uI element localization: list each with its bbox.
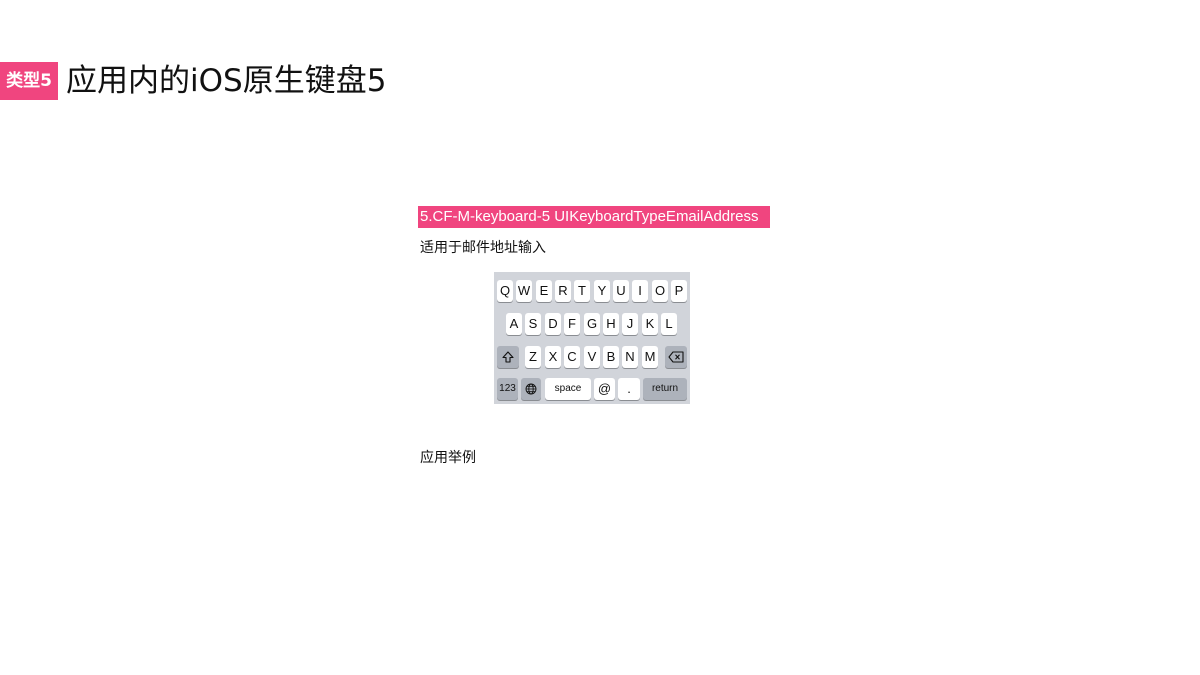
key-y[interactable]: Y (594, 280, 610, 302)
key-a[interactable]: A (506, 313, 522, 335)
return-key[interactable]: return (643, 378, 687, 400)
key-o[interactable]: O (652, 280, 668, 302)
key-g[interactable]: G (584, 313, 600, 335)
key-e[interactable]: E (536, 280, 552, 302)
key-k[interactable]: K (642, 313, 658, 335)
example-label: 应用举例 (420, 450, 476, 466)
dot-key[interactable]: . (618, 378, 640, 400)
type-badge: 类型5 (0, 62, 58, 100)
key-w[interactable]: W (516, 280, 532, 302)
key-m[interactable]: M (642, 346, 658, 368)
at-key[interactable]: @ (594, 378, 615, 400)
key-i[interactable]: I (632, 280, 648, 302)
key-n[interactable]: N (622, 346, 638, 368)
key-b[interactable]: B (603, 346, 619, 368)
key-s[interactable]: S (525, 313, 541, 335)
key-t[interactable]: T (574, 280, 590, 302)
page-title: 应用内的iOS原生键盘5 (66, 63, 387, 99)
key-q[interactable]: Q (497, 280, 513, 302)
key-r[interactable]: R (555, 280, 571, 302)
key-u[interactable]: U (613, 280, 629, 302)
delete-key[interactable] (665, 346, 687, 368)
shift-arrow-icon (502, 351, 514, 363)
email-keyboard: Q W E R T Y U I O P A S D F G H J K L Z … (494, 272, 690, 404)
globe-icon (525, 383, 537, 395)
key-z[interactable]: Z (525, 346, 541, 368)
shift-key[interactable] (497, 346, 519, 368)
section-tag: 5.CF-M-keyboard-5 UIKeyboardTypeEmailAdd… (418, 206, 771, 228)
key-d[interactable]: D (545, 313, 561, 335)
key-c[interactable]: C (564, 346, 580, 368)
key-h[interactable]: H (603, 313, 619, 335)
numbers-key[interactable]: 123 (497, 378, 518, 400)
key-f[interactable]: F (564, 313, 580, 335)
key-x[interactable]: X (545, 346, 561, 368)
backspace-icon (668, 351, 684, 363)
key-p[interactable]: P (671, 280, 687, 302)
key-v[interactable]: V (584, 346, 600, 368)
space-key[interactable]: space (545, 378, 591, 400)
key-j[interactable]: J (622, 313, 638, 335)
section-description: 适用于邮件地址输入 (420, 240, 546, 256)
key-l[interactable]: L (661, 313, 677, 335)
globe-key[interactable] (521, 378, 541, 400)
